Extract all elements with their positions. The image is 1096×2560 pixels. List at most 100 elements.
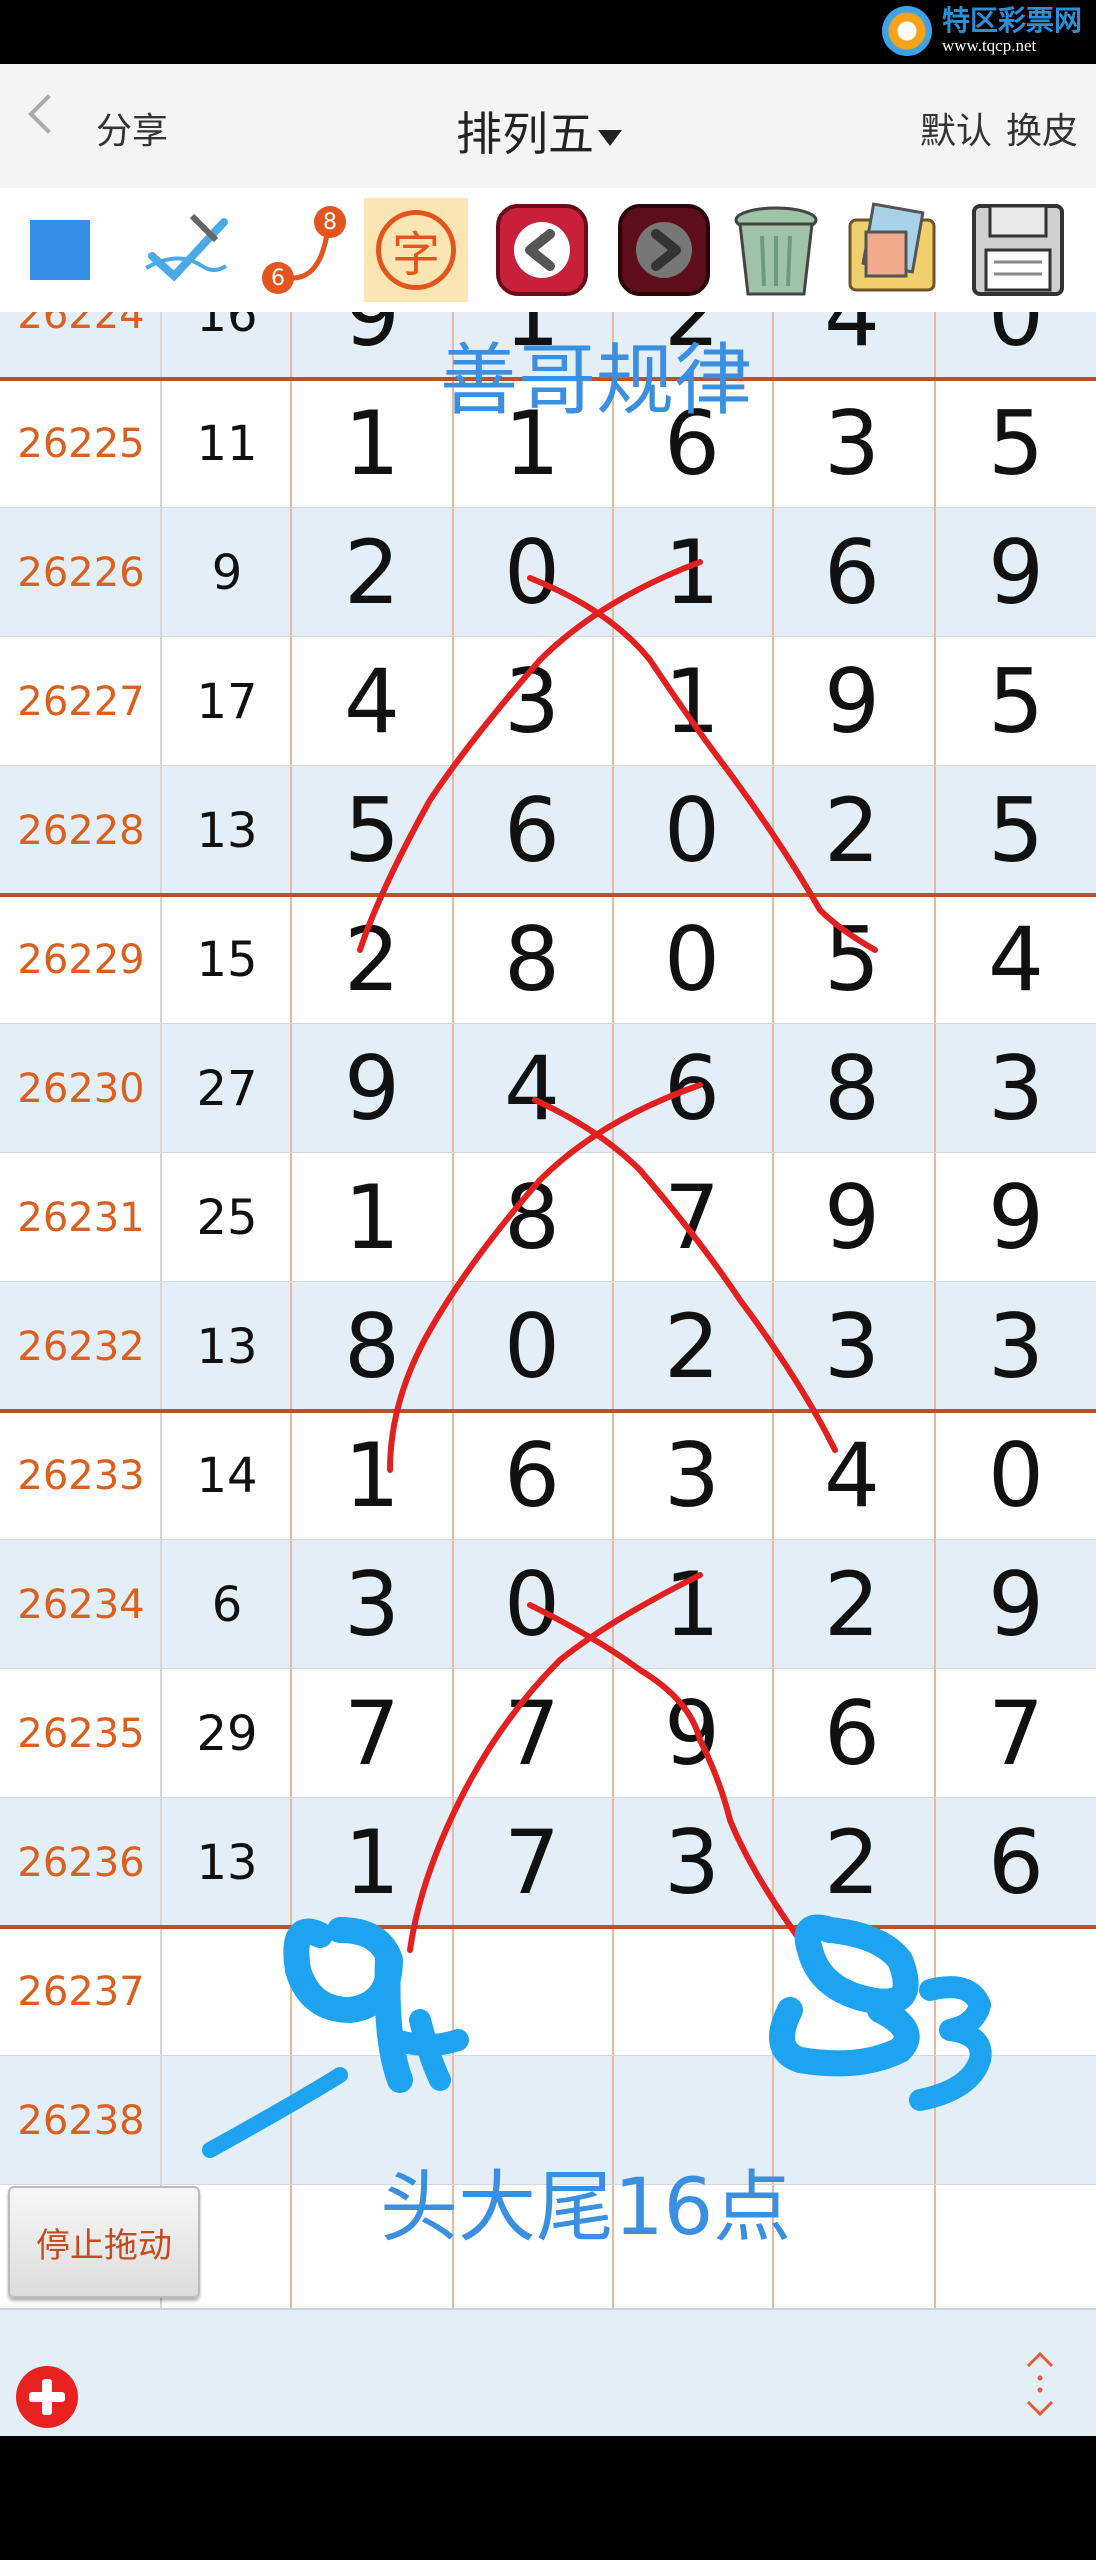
watermark-brand: 特区彩票网 www.tqcp.net <box>881 6 1082 56</box>
change-skin-button[interactable]: 换皮 <box>1006 111 1078 152</box>
issue-number: 26233 <box>17 1452 145 1499</box>
digit-cell: 3 <box>664 1424 720 1527</box>
table-row: 26227 17 4 3 1 9 5 <box>0 637 1096 766</box>
issue-number: 26228 <box>17 807 145 854</box>
save-disk-icon[interactable] <box>966 198 1070 302</box>
row-divider <box>0 1539 1096 1540</box>
row-divider <box>0 1152 1096 1153</box>
digit-cell: 5 <box>988 779 1044 882</box>
digit-cell <box>772 2185 932 2308</box>
digit-cell: 4 <box>988 908 1044 1011</box>
sum-value: 29 <box>196 1705 258 1762</box>
digit-cell: 9 <box>988 1166 1044 1269</box>
digit-cell: 8 <box>504 1166 560 1269</box>
digit-cell: 2 <box>344 908 400 1011</box>
table-row: 26230 27 9 4 6 8 3 <box>0 1024 1096 1153</box>
digit-cell: 1 <box>664 521 720 624</box>
table-row: 26235 29 7 7 9 6 7 <box>0 1669 1096 1798</box>
table-row: 26228 13 5 6 0 2 5 <box>0 766 1096 895</box>
digit-cell <box>292 1927 452 2056</box>
default-button[interactable]: 默认 <box>920 111 992 152</box>
digit-cell: 5 <box>988 392 1044 495</box>
digit-cell: 4 <box>824 312 880 366</box>
blue-square-icon[interactable] <box>8 198 112 302</box>
digit-cell: 2 <box>664 1295 720 1398</box>
issue-number: 26235 <box>17 1710 145 1757</box>
sum-value <box>162 1927 292 2056</box>
group-separator <box>0 893 1096 897</box>
digit-cell: 7 <box>988 1682 1044 1785</box>
row-divider <box>0 765 1096 766</box>
digit-cell: 1 <box>344 1424 400 1527</box>
table-row: 26234 6 3 0 1 2 9 <box>0 1540 1096 1669</box>
digit-cell: 8 <box>824 1037 880 1140</box>
group-separator <box>0 1925 1096 1929</box>
character-label: 字 <box>376 210 456 290</box>
sum-value: 13 <box>196 802 258 859</box>
digit-cell: 5 <box>988 650 1044 753</box>
digit-cell: 9 <box>824 650 880 753</box>
digit-cell: 3 <box>824 1295 880 1398</box>
sum-value: 15 <box>196 931 258 988</box>
digit-cell: 2 <box>824 1811 880 1914</box>
grid-divider <box>160 312 162 2308</box>
chevron-left-icon[interactable] <box>28 94 68 134</box>
issue-number: 26229 <box>17 936 145 983</box>
digit-cell: 1 <box>344 1811 400 1914</box>
table-row: 26237 <box>0 1927 1096 2056</box>
sum-value <box>162 2056 292 2185</box>
sum-value: 13 <box>196 1318 258 1375</box>
digit-cell <box>772 2056 932 2185</box>
row-divider <box>0 1281 1096 1282</box>
digit-cell: 7 <box>504 1811 560 1914</box>
trash-icon[interactable] <box>724 198 828 302</box>
grid-divider <box>934 312 936 2308</box>
digit-cell: 5 <box>344 779 400 882</box>
digit-cell: 3 <box>344 1553 400 1656</box>
app-header: 分享 排列五 默认 换皮 <box>0 64 1096 188</box>
table-row: 26231 25 1 8 7 9 9 <box>0 1153 1096 1282</box>
digit-cell: 1 <box>664 650 720 753</box>
row-divider <box>0 1668 1096 1669</box>
plus-circle-icon[interactable] <box>16 2366 78 2428</box>
digit-cell <box>612 1927 772 2056</box>
digit-cell <box>452 1927 612 2056</box>
pen-check-icon[interactable] <box>136 198 240 302</box>
issue-number: 26234 <box>17 1581 145 1628</box>
row-divider <box>0 1023 1096 1024</box>
brand-logo <box>881 6 932 56</box>
row-divider <box>0 636 1096 637</box>
character-icon[interactable]: 字 <box>364 198 468 302</box>
digit-cell: 3 <box>988 1295 1044 1398</box>
digit-cell: 0 <box>504 521 560 624</box>
stop-drag-button[interactable]: 停止拖动 <box>8 2186 200 2298</box>
arrow-left-icon[interactable] <box>490 198 594 302</box>
issue-number: 26226 <box>17 549 145 596</box>
table-row: 26233 14 1 6 3 4 0 <box>0 1411 1096 1540</box>
digit-cell: 1 <box>664 1553 720 1656</box>
digit-cell: 9 <box>344 1037 400 1140</box>
grid-divider <box>612 312 614 2308</box>
digit-cell: 9 <box>988 1553 1044 1656</box>
digit-cell: 0 <box>504 1553 560 1656</box>
footer-bar <box>0 2308 1096 2438</box>
sum-value: 17 <box>196 673 258 730</box>
number-connect-icon[interactable]: 8 6 <box>250 198 354 302</box>
digit-cell: 4 <box>504 1037 560 1140</box>
issue-number: 26232 <box>17 1323 145 1370</box>
caret-down-icon <box>598 129 622 146</box>
expand-vertical-icon[interactable] <box>1020 2348 1060 2420</box>
page-title: 排列五 <box>456 107 594 161</box>
issue-number: 26230 <box>17 1065 145 1112</box>
digit-cell: 0 <box>988 312 1044 366</box>
share-button[interactable]: 分享 <box>96 102 168 154</box>
digit-cell <box>936 2056 1096 2185</box>
photo-icon[interactable] <box>840 198 944 302</box>
group-separator <box>0 1409 1096 1413</box>
digit-cell: 0 <box>664 779 720 882</box>
lottery-title-dropdown[interactable]: 排列五 <box>456 98 622 164</box>
arrow-right-icon[interactable] <box>612 198 716 302</box>
digit-cell: 9 <box>344 312 400 366</box>
digit-cell: 6 <box>504 779 560 882</box>
digit-cell: 9 <box>988 521 1044 624</box>
